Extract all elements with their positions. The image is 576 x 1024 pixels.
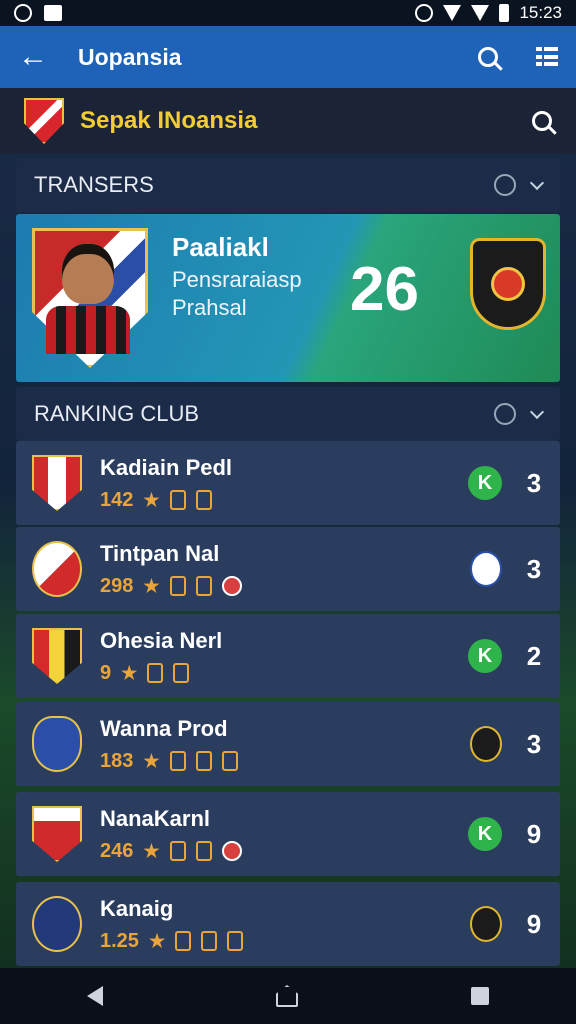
app-title: Uopansia [78,43,182,70]
chevron-down-icon[interactable] [529,404,545,420]
star-icon: ★ [121,662,138,683]
list-item[interactable]: Kanaig 1.25 ★ 9 [16,882,560,966]
clock-icon[interactable] [494,174,516,196]
ranking-label: RANKING CLUB [34,401,200,426]
ball-icon [221,576,242,596]
boot-icon [175,931,192,951]
star-icon: ★ [143,840,160,861]
back-arrow-icon[interactable]: ← [18,42,48,72]
club-crest [32,716,82,772]
status-bar: 15:23 [0,0,576,26]
signal-icon [471,5,490,21]
star-icon: ★ [143,750,160,771]
list-item[interactable]: Kadiain Pedl 142 ★ K 3 [16,441,560,525]
club-crest [32,541,82,597]
status-badge: K [468,817,502,851]
badge-emblem [491,267,525,301]
status-crest-icon [470,906,502,942]
player-line-1: Pensraraiasp [172,267,302,292]
player-name: Paaliakl [172,232,269,262]
player-jersey [46,306,130,354]
club-score: 3 [526,553,542,584]
star-icon: ★ [143,575,160,596]
flag-icon [227,931,244,951]
transfers-label: TRANSERS [34,172,154,197]
trophy-icon [173,663,190,683]
list-item[interactable]: Tintpan Nal 298 ★ 3 [16,527,560,611]
image-icon [44,5,62,21]
nav-home-icon[interactable] [275,985,298,1007]
search-icon[interactable] [478,47,498,67]
status-time: 15:23 [519,3,562,22]
status-crest-icon [470,551,502,587]
club-name: Ohesia Nerl [100,627,223,653]
system-nav-bar [0,968,576,1024]
star-icon: ★ [143,489,160,510]
club-name: Wanna Prod [100,715,228,741]
card-icon [169,576,186,596]
list-item[interactable]: Wanna Prod 183 ★ 3 [16,702,560,786]
club-stat: 246 [100,839,134,862]
boot-icon [147,663,164,683]
brand-search-icon[interactable] [532,111,552,131]
club-name: Kadiain Pedl [100,454,233,480]
card-icon [169,751,186,771]
club-name: NanaKarnl [100,805,211,831]
status-crest-icon [470,726,502,762]
wifi-icon [443,5,462,21]
player-line-2: Prahsal [172,295,247,320]
card-icon [169,841,186,861]
club-score: 9 [526,818,542,849]
club-badge [470,238,546,330]
list-menu-icon[interactable] [536,47,558,67]
list-item[interactable]: NanaKarnl 246 ★ K 9 [16,792,560,876]
player-number: 26 [350,255,419,324]
club-name: Tintpan Nal [100,540,220,566]
club-stat: 183 [100,749,134,772]
list-item[interactable]: Ohesia Nerl 9 ★ K 2 [16,614,560,698]
club-crest [32,455,82,511]
chevron-down-icon[interactable] [529,175,545,191]
club-crest [32,896,82,952]
grid-icon [201,931,218,951]
brand-bar: Sepak INoansia [0,88,576,154]
brand-name: Sepak INoansia [80,107,258,134]
flag-icon [221,751,238,771]
alarm-icon [415,4,434,22]
brand-logo [24,98,64,144]
club-stat: 9 [100,661,112,684]
club-name: Kanaig [100,895,174,921]
nav-recents-icon[interactable] [471,987,490,1005]
club-score: 2 [526,640,542,671]
player-photo [62,244,114,304]
grid-icon [195,841,212,861]
club-crest [32,628,82,684]
ranking-header[interactable]: RANKING CLUB [16,387,560,441]
player-details: Pensraraiasp Prahsal [172,266,302,322]
shirt-icon [195,576,212,596]
status-badge: K [468,466,502,500]
club-score: 9 [526,908,542,939]
club-score: 3 [526,728,542,759]
notification-icon [14,4,32,22]
transfers-header[interactable]: TRANSERS [16,158,560,212]
status-badge: K [468,639,502,673]
nav-back-icon[interactable] [86,986,103,1006]
clock-icon[interactable] [494,403,516,425]
club-score: 3 [526,467,542,498]
club-stat: 298 [100,574,134,597]
card-icon [169,490,186,510]
shield-icon [195,490,212,510]
club-stat: 142 [100,488,134,511]
transfer-card[interactable]: Paaliakl Pensraraiasp Prahsal 26 [16,214,560,382]
ball-icon [221,841,242,861]
app-bar: ← Uopansia [0,26,576,88]
grid-icon [195,751,212,771]
club-stat: 1.25 [100,929,139,952]
star-icon: ★ [148,930,166,951]
battery-icon [499,4,510,22]
club-crest [32,806,82,862]
